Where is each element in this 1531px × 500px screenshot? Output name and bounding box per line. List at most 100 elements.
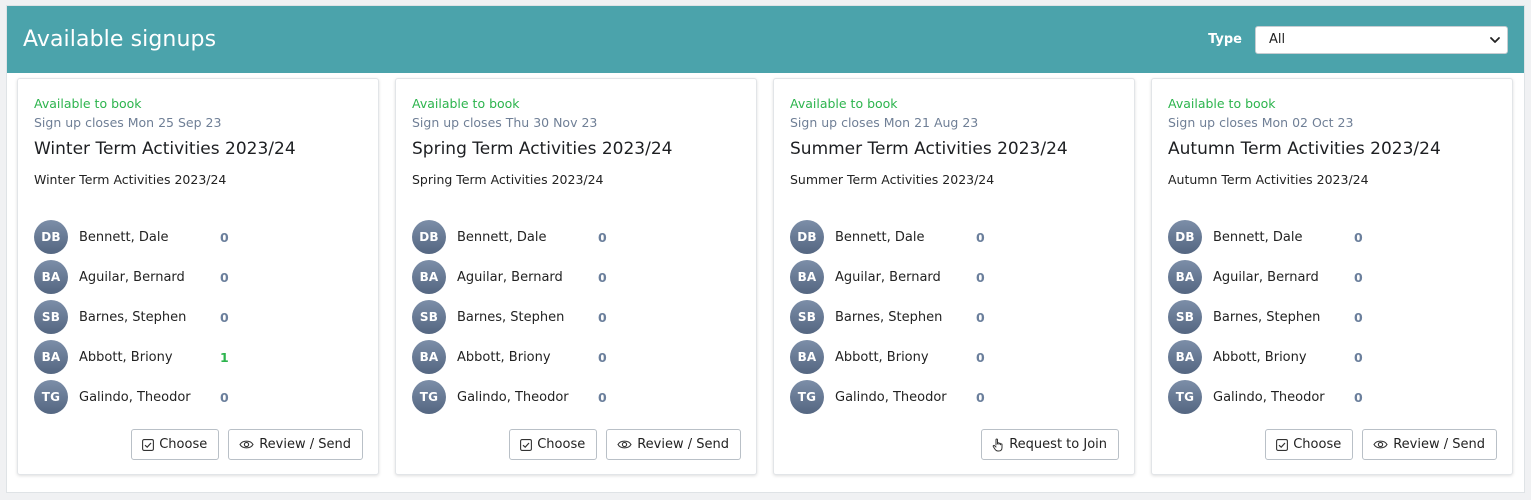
availability-status: Available to book [1168,96,1276,111]
availability-status: Available to book [34,96,142,111]
avatar: BA [1168,260,1202,294]
request-to-join-button[interactable]: Request to Join [981,429,1119,460]
avatar: SB [1168,300,1202,334]
eye-icon [1373,440,1388,449]
signup-card-spring: Available to book Sign up closes Thu 30 … [395,78,757,475]
avatar: TG [34,380,68,414]
review-send-button[interactable]: Review / Send [1362,429,1497,460]
member-name: Barnes, Stephen [79,309,187,325]
type-select[interactable]: All [1255,25,1508,54]
member-list: DB Bennett, Dale 0 BA Aguilar, Bernard 0 SB B… [412,217,607,417]
chevron-down-icon [1490,36,1500,43]
member-count: 0 [220,389,229,405]
list-item: BA Aguilar, Bernard 0 [790,257,985,297]
card-subtitle: Winter Term Activities 2023/24 [34,172,227,187]
avatar: BA [34,260,68,294]
member-list: DB Bennett, Dale 0 BA Aguilar, Bernard 0 SB B… [34,217,229,417]
type-filter: Type All [1208,25,1508,54]
member-count: 0 [220,229,229,245]
avatar: TG [790,380,824,414]
card-subtitle: Autumn Term Activities 2023/24 [1168,172,1369,187]
list-item: TG Galindo, Theodor 0 [1168,377,1363,417]
review-send-button[interactable]: Review / Send [228,429,363,460]
member-list: DB Bennett, Dale 0 BA Aguilar, Bernard 0 SB B… [790,217,985,417]
member-count: 0 [1354,269,1363,285]
avatar: TG [412,380,446,414]
list-item: BA Abbott, Briony 1 [34,337,229,377]
review-send-button[interactable]: Review / Send [606,429,741,460]
member-name: Galindo, Theodor [835,389,947,405]
member-name: Aguilar, Bernard [457,269,563,285]
member-name: Aguilar, Bernard [79,269,185,285]
list-item: BA Aguilar, Bernard 0 [34,257,229,297]
check-square-icon [520,438,533,451]
member-name: Galindo, Theodor [79,389,191,405]
signup-close-date: Sign up closes Mon 02 Oct 23 [1168,115,1354,130]
page-header: Available signups Type All [7,6,1524,73]
member-name: Bennett, Dale [1213,229,1303,245]
member-name: Barnes, Stephen [457,309,565,325]
review-send-button-label: Review / Send [637,437,729,452]
page-title: Available signups [23,27,217,52]
member-count: 0 [976,309,985,325]
member-count: 0 [1354,309,1363,325]
avatar: TG [1168,380,1202,414]
hand-pointer-icon [992,438,1003,451]
member-list: DB Bennett, Dale 0 BA Aguilar, Bernard 0 SB B… [1168,217,1363,417]
card-actions: Choose Review / Send [509,429,741,460]
choose-button[interactable]: Choose [509,429,598,460]
member-count: 0 [598,229,607,245]
member-name: Aguilar, Bernard [835,269,941,285]
list-item: SB Barnes, Stephen 0 [34,297,229,337]
member-name: Galindo, Theodor [1213,389,1325,405]
member-count: 0 [976,229,985,245]
card-title: Winter Term Activities 2023/24 [34,139,296,159]
avatar: BA [1168,340,1202,374]
card-actions: Choose Review / Send [1265,429,1497,460]
signup-card-summer: Available to book Sign up closes Mon 21 … [773,78,1135,475]
avatar: BA [412,260,446,294]
type-filter-label: Type [1208,32,1242,47]
member-count: 0 [598,349,607,365]
list-item: DB Bennett, Dale 0 [1168,217,1363,257]
member-name: Galindo, Theodor [457,389,569,405]
card-subtitle: Spring Term Activities 2023/24 [412,172,604,187]
signup-close-date: Sign up closes Thu 30 Nov 23 [412,115,598,130]
card-title: Autumn Term Activities 2023/24 [1168,139,1441,159]
check-square-icon [1276,438,1289,451]
signup-close-date: Sign up closes Mon 21 Aug 23 [790,115,979,130]
list-item: BA Abbott, Briony 0 [412,337,607,377]
avatar: DB [34,220,68,254]
avatar: SB [412,300,446,334]
choose-button-label: Choose [537,437,586,452]
avatar: DB [412,220,446,254]
list-item: TG Galindo, Theodor 0 [34,377,229,417]
request-to-join-button-label: Request to Join [1009,437,1107,452]
list-item: BA Aguilar, Bernard 0 [1168,257,1363,297]
member-count: 0 [1354,229,1363,245]
member-count: 0 [220,309,229,325]
list-item: SB Barnes, Stephen 0 [1168,297,1363,337]
review-send-button-label: Review / Send [1393,437,1485,452]
member-count: 1 [220,349,229,365]
choose-button[interactable]: Choose [1265,429,1354,460]
choose-button-label: Choose [159,437,208,452]
list-item: TG Galindo, Theodor 0 [790,377,985,417]
avatar: BA [412,340,446,374]
member-name: Abbott, Briony [1213,349,1307,365]
member-count: 0 [976,269,985,285]
member-name: Abbott, Briony [457,349,551,365]
member-name: Abbott, Briony [835,349,929,365]
eye-icon [617,440,632,449]
list-item: BA Abbott, Briony 0 [1168,337,1363,377]
list-item: DB Bennett, Dale 0 [790,217,985,257]
type-select-value: All [1269,32,1286,47]
avatar: BA [34,340,68,374]
card-title: Spring Term Activities 2023/24 [412,139,673,159]
list-item: BA Abbott, Briony 0 [790,337,985,377]
member-name: Aguilar, Bernard [1213,269,1319,285]
check-square-icon [142,438,155,451]
choose-button[interactable]: Choose [131,429,220,460]
member-count: 0 [1354,389,1363,405]
member-count: 0 [976,389,985,405]
